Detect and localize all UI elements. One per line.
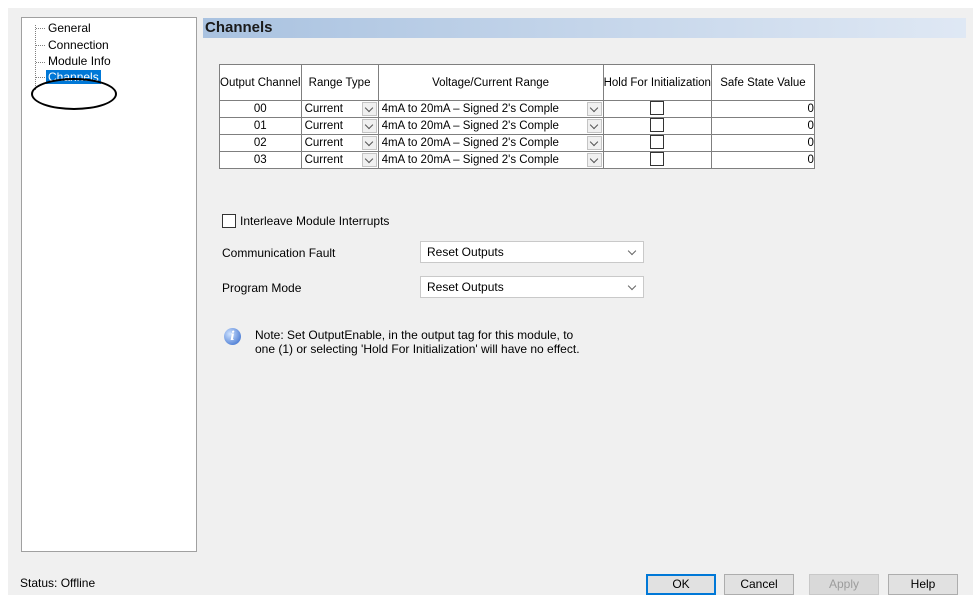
range-type-select[interactable]: Current <box>302 153 378 168</box>
range-value: 4mA to 20mA – Signed 2's Comple <box>381 136 559 149</box>
range-type-select[interactable]: Current <box>302 136 378 151</box>
range-type-value: Current <box>304 153 343 166</box>
range-select[interactable]: 4mA to 20mA – Signed 2's Comple <box>379 119 603 134</box>
tree-item-label: General <box>48 21 91 35</box>
table-row: 03 Current 4mA to 20mA – Signed 2's Comp… <box>219 151 815 169</box>
chevron-down-icon <box>589 103 599 112</box>
header-hold-for-initialization: Hold For Initialization <box>602 64 712 101</box>
tree-item-general[interactable]: General <box>36 21 93 35</box>
module-properties-dialog: General Connection Module Info Channels … <box>8 8 973 595</box>
note-text: Note: Set OutputEnable, in the output ta… <box>255 328 580 356</box>
tree-item-connection[interactable]: Connection <box>36 38 111 52</box>
range-type-value: Current <box>304 119 343 132</box>
safe-state-value-input[interactable]: 0 <box>710 117 815 135</box>
program-mode-select[interactable]: Reset Outputs <box>420 276 644 298</box>
interleave-label: Interleave Module Interrupts <box>240 214 390 228</box>
chevron-down-icon <box>627 246 637 255</box>
chevron-down-icon <box>364 103 374 112</box>
communication-fault-label: Communication Fault <box>222 246 336 260</box>
navigation-tree: General Connection Module Info Channels <box>21 17 197 552</box>
dropdown-button[interactable] <box>586 102 602 116</box>
program-mode-label: Program Mode <box>222 281 302 295</box>
hold-for-init-checkbox[interactable] <box>650 135 665 150</box>
channel-number: 02 <box>219 134 302 152</box>
dropdown-button[interactable] <box>361 136 377 150</box>
channel-number: 03 <box>219 151 302 169</box>
dropdown-button[interactable] <box>361 153 377 167</box>
communication-fault-value: Reset Outputs <box>427 245 504 259</box>
channels-table: Output Channel Range Type Voltage/Curren… <box>219 64 815 169</box>
info-icon: i <box>224 328 241 345</box>
range-type-value: Current <box>304 102 343 115</box>
table-header-row: Output Channel Range Type Voltage/Curren… <box>219 64 815 101</box>
status-text: Status: Offline <box>20 576 96 590</box>
chevron-down-icon <box>589 154 599 163</box>
range-value: 4mA to 20mA – Signed 2's Comple <box>381 119 559 132</box>
range-type-select[interactable]: Current <box>302 102 378 117</box>
range-type-select[interactable]: Current <box>302 119 378 134</box>
header-safe-state-value: Safe State Value <box>710 64 815 101</box>
range-select[interactable]: 4mA to 20mA – Signed 2's Comple <box>379 153 603 168</box>
range-select[interactable]: 4mA to 20mA – Signed 2's Comple <box>379 136 603 151</box>
info-note: i Note: Set OutputEnable, in the output … <box>224 328 595 356</box>
apply-button[interactable]: Apply <box>809 574 879 595</box>
hold-for-init-checkbox[interactable] <box>650 101 665 116</box>
range-value: 4mA to 20mA – Signed 2's Comple <box>381 102 559 115</box>
safe-state-value-input[interactable]: 0 <box>710 151 815 169</box>
range-type-value: Current <box>304 136 343 149</box>
chevron-down-icon <box>589 137 599 146</box>
dropdown-button[interactable] <box>361 102 377 116</box>
hold-for-init-checkbox[interactable] <box>650 152 665 167</box>
channel-number: 01 <box>219 117 302 135</box>
dropdown-button[interactable] <box>361 119 377 133</box>
panel-title: Channels <box>203 18 966 38</box>
table-row: 01 Current 4mA to 20mA – Signed 2's Comp… <box>219 117 815 135</box>
dropdown-button[interactable] <box>586 119 602 133</box>
header-range-type: Range Type <box>300 64 379 101</box>
cancel-button[interactable]: Cancel <box>724 574 794 595</box>
dropdown-button[interactable] <box>586 136 602 150</box>
range-value: 4mA to 20mA – Signed 2's Comple <box>381 153 559 166</box>
program-mode-value: Reset Outputs <box>427 280 504 294</box>
dropdown-button[interactable] <box>586 153 602 167</box>
interleave-checkbox[interactable] <box>222 214 236 228</box>
communication-fault-select[interactable]: Reset Outputs <box>420 241 644 263</box>
chevron-down-icon <box>627 281 637 290</box>
highlight-circle-annotation <box>31 78 117 110</box>
header-range: Voltage/Current Range <box>377 64 604 101</box>
help-button[interactable]: Help <box>888 574 958 595</box>
channel-number: 00 <box>219 100 302 118</box>
tree-item-label: Connection <box>48 38 109 52</box>
chevron-down-icon <box>589 120 599 129</box>
header-output-channel: Output Channel <box>219 64 302 101</box>
chevron-down-icon <box>364 120 374 129</box>
hold-for-init-checkbox[interactable] <box>650 118 665 133</box>
interleave-module-interrupts[interactable]: Interleave Module Interrupts <box>222 214 389 228</box>
tree-item-module-info[interactable]: Module Info <box>36 55 113 69</box>
table-row: 00 Current 4mA to 20mA – Signed 2's Comp… <box>219 100 815 118</box>
ok-button[interactable]: OK <box>646 574 716 595</box>
table-row: 02 Current 4mA to 20mA – Signed 2's Comp… <box>219 134 815 152</box>
chevron-down-icon <box>364 154 374 163</box>
safe-state-value-input[interactable]: 0 <box>710 100 815 118</box>
range-select[interactable]: 4mA to 20mA – Signed 2's Comple <box>379 102 603 117</box>
tree-item-label: Module Info <box>48 54 111 68</box>
safe-state-value-input[interactable]: 0 <box>710 134 815 152</box>
chevron-down-icon <box>364 137 374 146</box>
